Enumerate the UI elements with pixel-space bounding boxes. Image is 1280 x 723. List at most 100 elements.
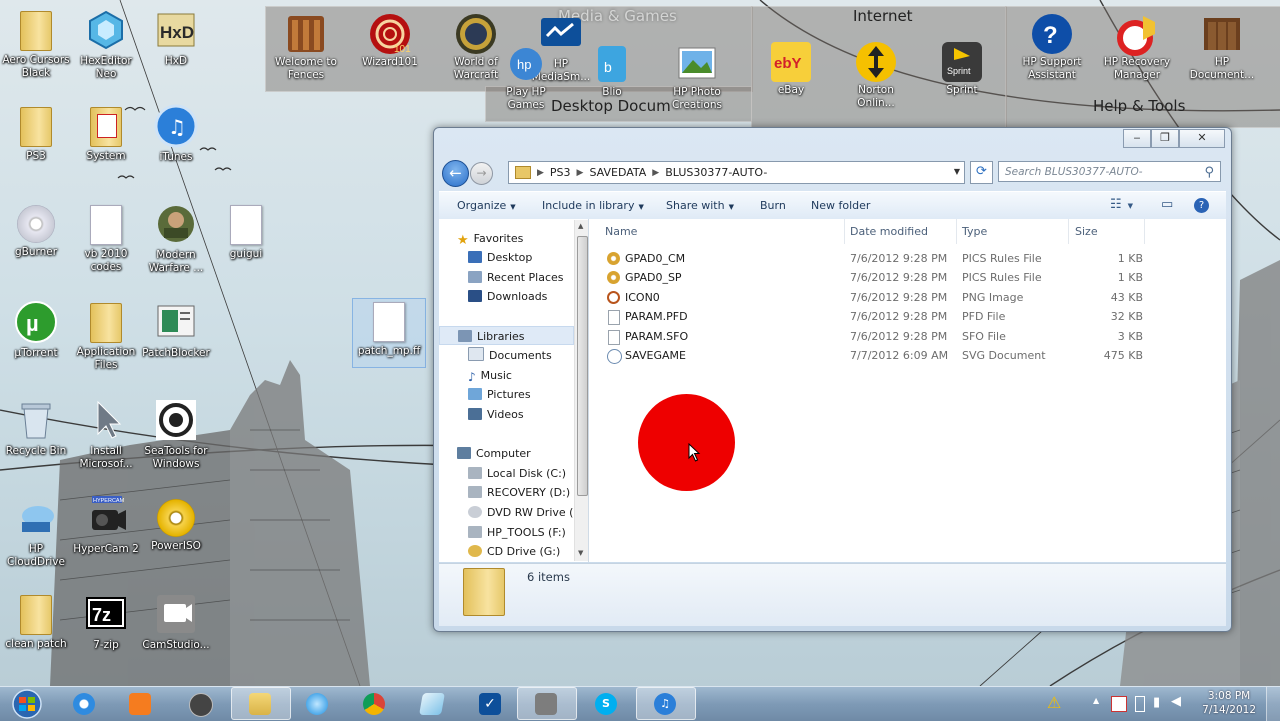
- file-row[interactable]: PARAM.PFD 7/6/2012 9:28 PM PFD File 32 K…: [589, 307, 1226, 326]
- fence-item-wizard101[interactable]: 101 Wizard101: [354, 12, 426, 69]
- refresh-button[interactable]: ⟳: [970, 161, 993, 184]
- nav-scrollbar[interactable]: ▲ ▼: [574, 220, 588, 561]
- view-options-icon[interactable]: ☷ ▼: [1110, 197, 1133, 212]
- taskbar-generic-app[interactable]: [404, 688, 462, 719]
- desktop-icon-modern-warfare[interactable]: Modern Warfare ...: [140, 202, 212, 275]
- desktop-icon-poweriso[interactable]: PowerISO: [140, 496, 212, 553]
- desktop-icon-guigui[interactable]: guigui: [210, 202, 282, 261]
- taskbar-internet-explorer[interactable]: [56, 688, 114, 719]
- fence-item-welcome-to-fences[interactable]: Welcome to Fences: [270, 12, 342, 82]
- desktop-icon-utorrent[interactable]: µ µTorrent: [0, 300, 72, 360]
- scroll-up-icon[interactable]: ▲: [578, 222, 583, 230]
- taskbar-camstudio[interactable]: [517, 687, 577, 720]
- nav-videos[interactable]: Videos: [468, 405, 524, 424]
- taskbar-clock[interactable]: 3:08 PM 7/14/2012: [1202, 689, 1256, 717]
- desktop-icon-aero-cursors[interactable]: Aero Cursors Black: [0, 8, 72, 80]
- desktop-icon-seatools[interactable]: SeaTools for Windows: [140, 398, 212, 471]
- fence-item-hp-document[interactable]: HP Document...: [1186, 12, 1258, 82]
- desktop-icon-hp-clouddrive[interactable]: HP CloudDrive: [0, 496, 72, 569]
- share-with-button[interactable]: Share with ▼: [666, 199, 734, 212]
- desktop-icon-7zip[interactable]: 7z 7-zip: [70, 592, 142, 652]
- fence-item-hp-recovery-manager[interactable]: HP Recovery Manager: [1101, 12, 1173, 82]
- nav-drive-d[interactable]: RECOVERY (D:): [468, 483, 570, 502]
- signal-icon[interactable]: ▮: [1153, 695, 1160, 710]
- start-button[interactable]: [4, 688, 50, 720]
- nav-documents[interactable]: Documents: [468, 346, 552, 365]
- taskbar-chrome[interactable]: [346, 688, 404, 719]
- nav-drive-f[interactable]: HP_TOOLS (F:): [468, 523, 566, 542]
- desktop-icon-install-microsoft[interactable]: Install Microsof...: [70, 398, 142, 471]
- nav-downloads[interactable]: Downloads: [468, 287, 547, 306]
- nav-computer[interactable]: Computer: [457, 444, 531, 463]
- scroll-thumb[interactable]: [577, 236, 588, 496]
- breadcrumb-current[interactable]: BLUS30377-AUTO-: [665, 166, 767, 179]
- close-button[interactable]: ✕: [1179, 129, 1225, 148]
- nav-recent-places[interactable]: Recent Places: [468, 268, 564, 287]
- fence-item-hp-support-assistant[interactable]: ? HP Support Assistant: [1016, 12, 1088, 82]
- desktop-icon-patch-mp-ff[interactable]: patch_mp.ff: [352, 298, 426, 368]
- desktop-icon-hxd[interactable]: HxD HxD: [140, 8, 212, 68]
- nav-desktop[interactable]: Desktop: [468, 248, 532, 267]
- file-row[interactable]: GPAD0_CM 7/6/2012 9:28 PM PICS Rules Fil…: [589, 249, 1226, 268]
- help-icon[interactable]: ?: [1194, 198, 1209, 213]
- nav-favorites[interactable]: ★ Favorites: [457, 229, 523, 248]
- burn-button[interactable]: Burn: [760, 199, 786, 212]
- fence-item-play-hp-games[interactable]: hp Play HP Games: [490, 42, 562, 112]
- preview-pane-icon[interactable]: ▭: [1161, 197, 1173, 212]
- tray-app-icon[interactable]: [1111, 696, 1127, 712]
- fence-item-norton[interactable]: Norton Onlin...: [840, 40, 912, 110]
- column-header-size[interactable]: Size: [1075, 225, 1098, 238]
- breadcrumb-ps3[interactable]: PS3: [550, 166, 571, 179]
- nav-music[interactable]: ♪ Music: [468, 366, 512, 385]
- file-row[interactable]: SAVEGAME 7/7/2012 6:09 AM SVG Document 4…: [589, 346, 1226, 365]
- maximize-button[interactable]: ❐: [1151, 129, 1179, 148]
- taskbar-media-player[interactable]: [112, 688, 170, 719]
- fence-item-blio[interactable]: b Blio: [576, 42, 648, 99]
- desktop-icon-system[interactable]: System: [70, 104, 142, 163]
- file-row[interactable]: GPAD0_SP 7/6/2012 9:28 PM PICS Rules Fil…: [589, 268, 1226, 287]
- column-header-name[interactable]: Name: [605, 225, 637, 238]
- fence-item-sprint[interactable]: Sprint Sprint: [926, 40, 998, 97]
- taskbar-skype[interactable]: S: [578, 688, 636, 719]
- breadcrumb-savedata[interactable]: SAVEDATA: [589, 166, 646, 179]
- taskbar-itunes[interactable]: ♫: [636, 687, 696, 720]
- warning-flag-icon[interactable]: ⚠: [1047, 693, 1061, 712]
- forward-button[interactable]: →: [470, 162, 493, 185]
- search-input[interactable]: Search BLUS30377-AUTO-: [998, 161, 1221, 183]
- desktop-icon-recycle-bin[interactable]: Recycle Bin: [0, 398, 72, 458]
- desktop-icon-camstudio[interactable]: CamStudio...: [140, 592, 212, 652]
- new-folder-button[interactable]: New folder: [811, 199, 870, 212]
- nav-drive-g[interactable]: CD Drive (G:): [468, 542, 560, 561]
- tray-expand-icon[interactable]: ▲: [1093, 696, 1099, 705]
- taskbar-file-explorer[interactable]: [231, 687, 291, 720]
- taskbar-hp[interactable]: [172, 688, 230, 719]
- taskbar-blue-orb-app[interactable]: [289, 688, 347, 719]
- file-row[interactable]: ICON0 7/6/2012 9:28 PM PNG Image 43 KB: [589, 288, 1226, 307]
- nav-libraries[interactable]: Libraries: [439, 326, 574, 345]
- column-header-date[interactable]: Date modified: [850, 225, 928, 238]
- column-header-type[interactable]: Type: [962, 225, 987, 238]
- desktop-icon-hypercam[interactable]: HYPERCAM HyperCam 2: [70, 496, 142, 556]
- minimize-button[interactable]: ‒: [1123, 129, 1151, 148]
- show-desktop-button[interactable]: [1266, 687, 1280, 721]
- nav-drive-c[interactable]: Local Disk (C:): [468, 464, 566, 483]
- scroll-down-icon[interactable]: ▼: [578, 549, 583, 557]
- file-row[interactable]: PARAM.SFO 7/6/2012 9:28 PM SFO File 3 KB: [589, 327, 1226, 346]
- back-button[interactable]: ←: [442, 160, 469, 187]
- fence-item-hp-photo-creations[interactable]: HP Photo Creations: [661, 42, 733, 112]
- desktop-icon-application-files[interactable]: Application Files: [70, 300, 142, 372]
- desktop-icon-clean-patch[interactable]: clean patch: [0, 592, 72, 651]
- desktop-icon-ps3[interactable]: PS3: [0, 104, 72, 163]
- desktop-icon-hexeditor-neo[interactable]: HexEditor Neo: [70, 8, 142, 81]
- desktop-icon-vb-2010-codes[interactable]: vb 2010 codes: [70, 202, 142, 274]
- address-bar[interactable]: ▶ PS3 ▶ SAVEDATA ▶ BLUS30377-AUTO- ▼: [508, 161, 965, 184]
- desktop-icon-gburner[interactable]: gBurner: [0, 202, 72, 259]
- chevron-down-icon[interactable]: ▼: [954, 167, 960, 176]
- include-in-library-button[interactable]: Include in library ▼: [542, 199, 644, 212]
- fence-item-ebay[interactable]: ebY eBay: [755, 40, 827, 97]
- desktop-icon-patchblocker[interactable]: PatchBlocker: [140, 300, 212, 360]
- volume-icon[interactable]: ◀: [1171, 694, 1181, 709]
- taskbar-checkmark-app[interactable]: ✓: [462, 688, 520, 719]
- organize-button[interactable]: Organize ▼: [457, 199, 516, 212]
- nav-pictures[interactable]: Pictures: [468, 385, 531, 404]
